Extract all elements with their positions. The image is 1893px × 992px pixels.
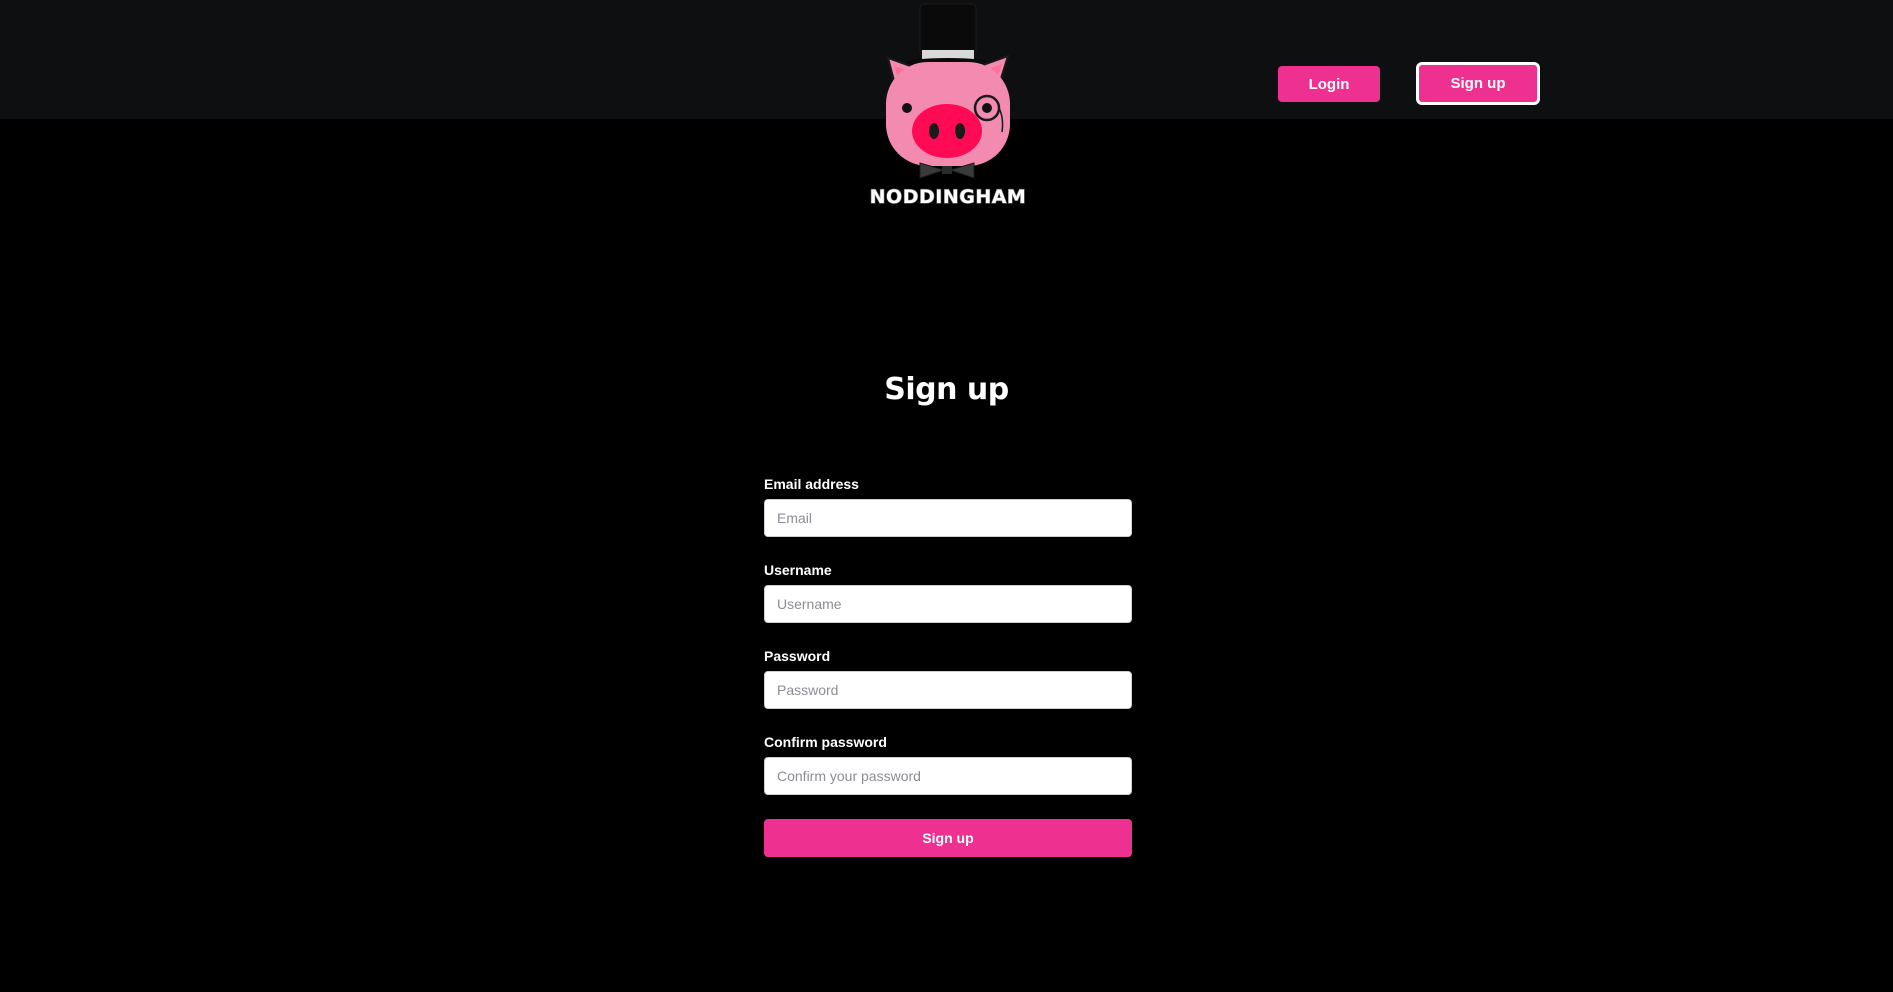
email-label: Email address [764,476,859,492]
username-label: Username [764,562,832,578]
page-title: Sign up [884,372,1009,407]
pig-with-top-hat-and-monocle-icon: NODDINGHAM [870,3,1026,209]
brand-name: NODDINGHAM [870,186,1026,208]
email-field[interactable] [764,499,1132,537]
password-field[interactable] [764,671,1132,709]
login-button[interactable]: Login [1278,66,1380,102]
brand-logo[interactable]: NODDINGHAM [870,0,1026,212]
username-field[interactable] [764,585,1132,623]
confirm-password-field[interactable] [764,757,1132,795]
signup-nav-button[interactable]: Sign up [1416,62,1540,105]
signup-submit-button[interactable]: Sign up [764,819,1132,857]
page: NODDINGHAM Login Sign up Sign up Email a… [0,0,1893,992]
password-label: Password [764,648,831,664]
confirm-password-label: Confirm password [764,734,887,750]
